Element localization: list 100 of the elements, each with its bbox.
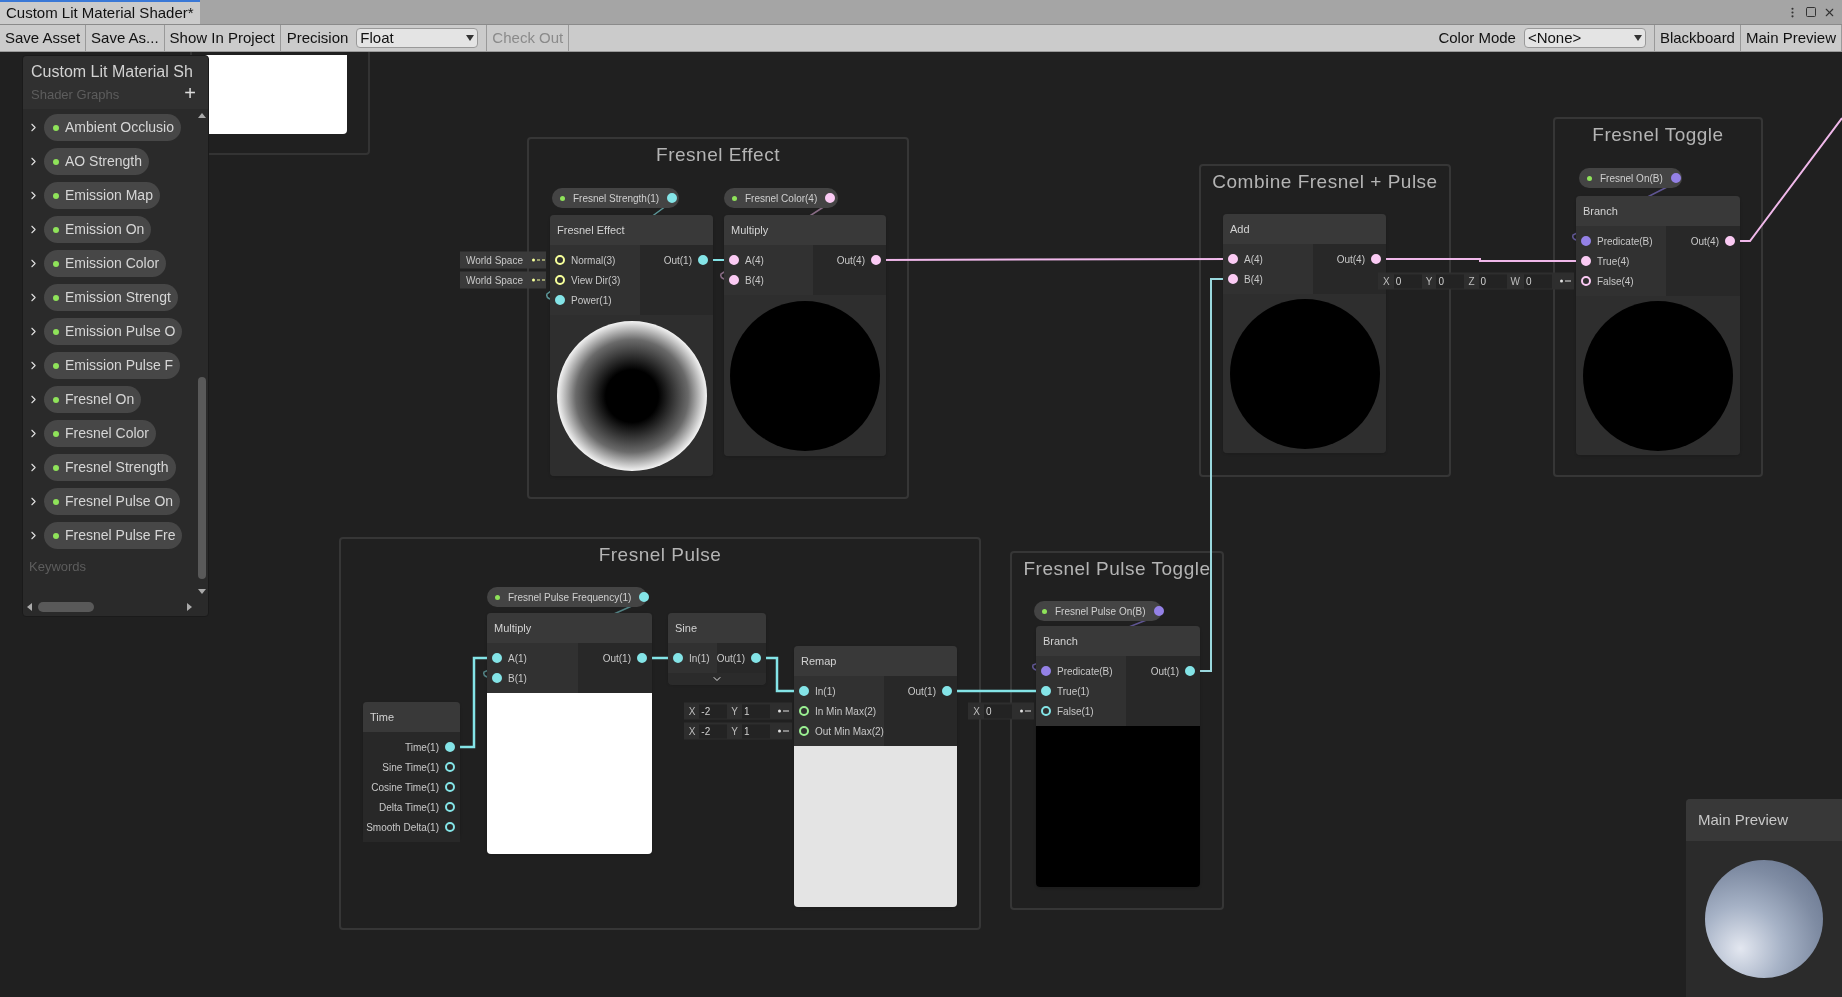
port-label: Out(1) — [716, 651, 745, 666]
space-dropdown[interactable]: World Space — [459, 251, 529, 269]
port-label: Cosine Time(1) — [371, 780, 439, 795]
axis-label: Z — [1468, 274, 1475, 289]
property-pill[interactable]: Fresnel Pulse On — [44, 488, 181, 515]
toolbar-button[interactable]: Blackboard — [1654, 25, 1741, 51]
port-label: Out(1) — [663, 253, 692, 268]
port-label: True(4) — [1597, 254, 1630, 269]
port-label: False(1) — [1057, 704, 1094, 719]
toolbar-button[interactable]: Main Preview — [1740, 25, 1842, 51]
number-field[interactable]: 0 — [1478, 274, 1507, 288]
number-field[interactable]: 0 — [1524, 274, 1552, 288]
node-title: Branch — [1583, 203, 1618, 219]
property-pill[interactable]: Fresnel Pulse Fre — [44, 522, 183, 549]
property-pill[interactable]: Fresnel On — [44, 386, 142, 413]
property-pill[interactable]: Emission Color — [44, 250, 167, 277]
dropdown[interactable]: <None> — [1523, 28, 1646, 48]
axis-label: Y — [731, 724, 738, 739]
panel-title: Main Preview — [1698, 809, 1789, 830]
caret-icon — [466, 35, 475, 41]
document-tab[interactable]: Custom Lit Material Shader* — [0, 0, 200, 24]
port-label: In(1) — [815, 684, 836, 699]
number-field[interactable]: -2 — [699, 724, 728, 738]
property-pill[interactable]: AO Strength — [44, 148, 150, 175]
property-pill[interactable]: Emission Strengt — [44, 284, 178, 311]
node-title: Multiply — [731, 222, 769, 238]
property-pill[interactable]: Emission Pulse F — [44, 352, 181, 379]
port-label: Normal(3) — [571, 253, 616, 268]
port-label: Out(4) — [1690, 234, 1719, 249]
node-title: Multiply — [494, 620, 532, 636]
port-label: In Min Max(2) — [815, 704, 877, 719]
port-label: Power(1) — [571, 293, 612, 308]
property-label: Fresnel Color(4) — [745, 191, 818, 206]
dropdown-label: Precision — [286, 27, 349, 48]
port-label: Out(4) — [836, 253, 865, 268]
property-pill[interactable]: Fresnel Color — [44, 420, 157, 447]
axis-label: Y — [731, 704, 738, 719]
property-label: Fresnel On(B) — [1600, 171, 1663, 186]
port-label: A(1) — [508, 651, 527, 666]
port-label: False(4) — [1597, 274, 1634, 289]
node-title: Time — [370, 709, 395, 725]
group-title: Fresnel Pulse Toggle — [1023, 557, 1211, 581]
add-button[interactable]: + — [184, 83, 196, 103]
port-label: Predicate(B) — [1597, 234, 1653, 249]
port-label: A(4) — [745, 253, 764, 268]
port-label: A(4) — [1244, 252, 1263, 267]
property-label: Fresnel Pulse On(B) — [1055, 604, 1146, 619]
group-title: Combine Fresnel + Pulse — [1212, 170, 1438, 194]
maximize-icon[interactable] — [1805, 6, 1817, 18]
toolbar-button[interactable]: Save Asset — [0, 25, 87, 51]
axis-label: X — [1383, 274, 1390, 289]
port-label: Out(1) — [1150, 664, 1179, 679]
property-node[interactable]: Fresnel Pulse On(B) — [1034, 601, 1162, 621]
axis-label: X — [973, 704, 980, 719]
property-node[interactable]: Fresnel Pulse Frequency(1) — [487, 587, 647, 607]
number-field[interactable]: -2 — [699, 704, 728, 718]
property-pill[interactable]: Emission Map — [44, 182, 160, 209]
number-field[interactable]: 1 — [742, 704, 770, 718]
property-pill[interactable]: Emission Pulse O — [44, 318, 183, 345]
property-pill[interactable]: Ambient Occlusio — [44, 114, 181, 141]
property-node[interactable]: Fresnel Strength(1) — [552, 188, 679, 208]
space-dropdown[interactable]: World Space — [459, 271, 529, 289]
toolbar-button[interactable]: Show In Project — [164, 25, 281, 51]
group-title: Fresnel Toggle — [1592, 123, 1724, 147]
port-label: B(1) — [508, 671, 527, 686]
group-title: Fresnel Effect — [656, 143, 780, 167]
caret-icon — [1633, 35, 1642, 41]
number-field[interactable]: 0 — [1436, 274, 1465, 288]
node-title: Branch — [1043, 633, 1078, 649]
toolbar-button[interactable]: Save As... — [86, 25, 165, 51]
connector-stub — [529, 271, 546, 289]
connector-stub — [529, 251, 546, 269]
axis-label: Y — [1425, 274, 1433, 289]
port-label: Predicate(B) — [1057, 664, 1113, 679]
property-node[interactable]: Fresnel On(B) — [1579, 168, 1682, 188]
dropdown-label: Color Mode — [1438, 27, 1516, 48]
port-label: In(1) — [689, 651, 710, 666]
port-label: Out Min Max(2) — [815, 724, 884, 739]
number-field[interactable]: 0 — [984, 704, 1012, 718]
node-title: Remap — [801, 653, 837, 669]
port-label: B(4) — [1244, 272, 1263, 287]
graph-node[interactable]: Sine In(1) Out(1) — [668, 613, 766, 684]
number-field[interactable]: 1 — [742, 724, 770, 738]
property-pill[interactable]: Emission On — [44, 216, 152, 243]
axis-label: X — [688, 704, 696, 719]
property-label: Fresnel Pulse Frequency(1) — [508, 590, 632, 605]
dropdown[interactable]: Float — [356, 28, 479, 48]
property-node[interactable]: Fresnel Color(4) — [724, 188, 838, 208]
axis-label: W — [1510, 274, 1520, 289]
port-label: Out(1) — [907, 684, 936, 699]
property-pill[interactable]: Fresnel Strength — [44, 454, 176, 481]
port-icon[interactable] — [1153, 606, 1164, 616]
group-title: Fresnel Pulse — [598, 543, 722, 567]
property-label: Fresnel Strength(1) — [573, 191, 660, 206]
axis-label: X — [688, 724, 696, 739]
number-field[interactable]: 0 — [1393, 274, 1422, 288]
node-title: Fresnel Effect — [557, 222, 625, 238]
port-label: Sine Time(1) — [382, 760, 439, 775]
port-label: Delta Time(1) — [379, 800, 439, 815]
port-label: Smooth Delta(1) — [366, 820, 439, 835]
